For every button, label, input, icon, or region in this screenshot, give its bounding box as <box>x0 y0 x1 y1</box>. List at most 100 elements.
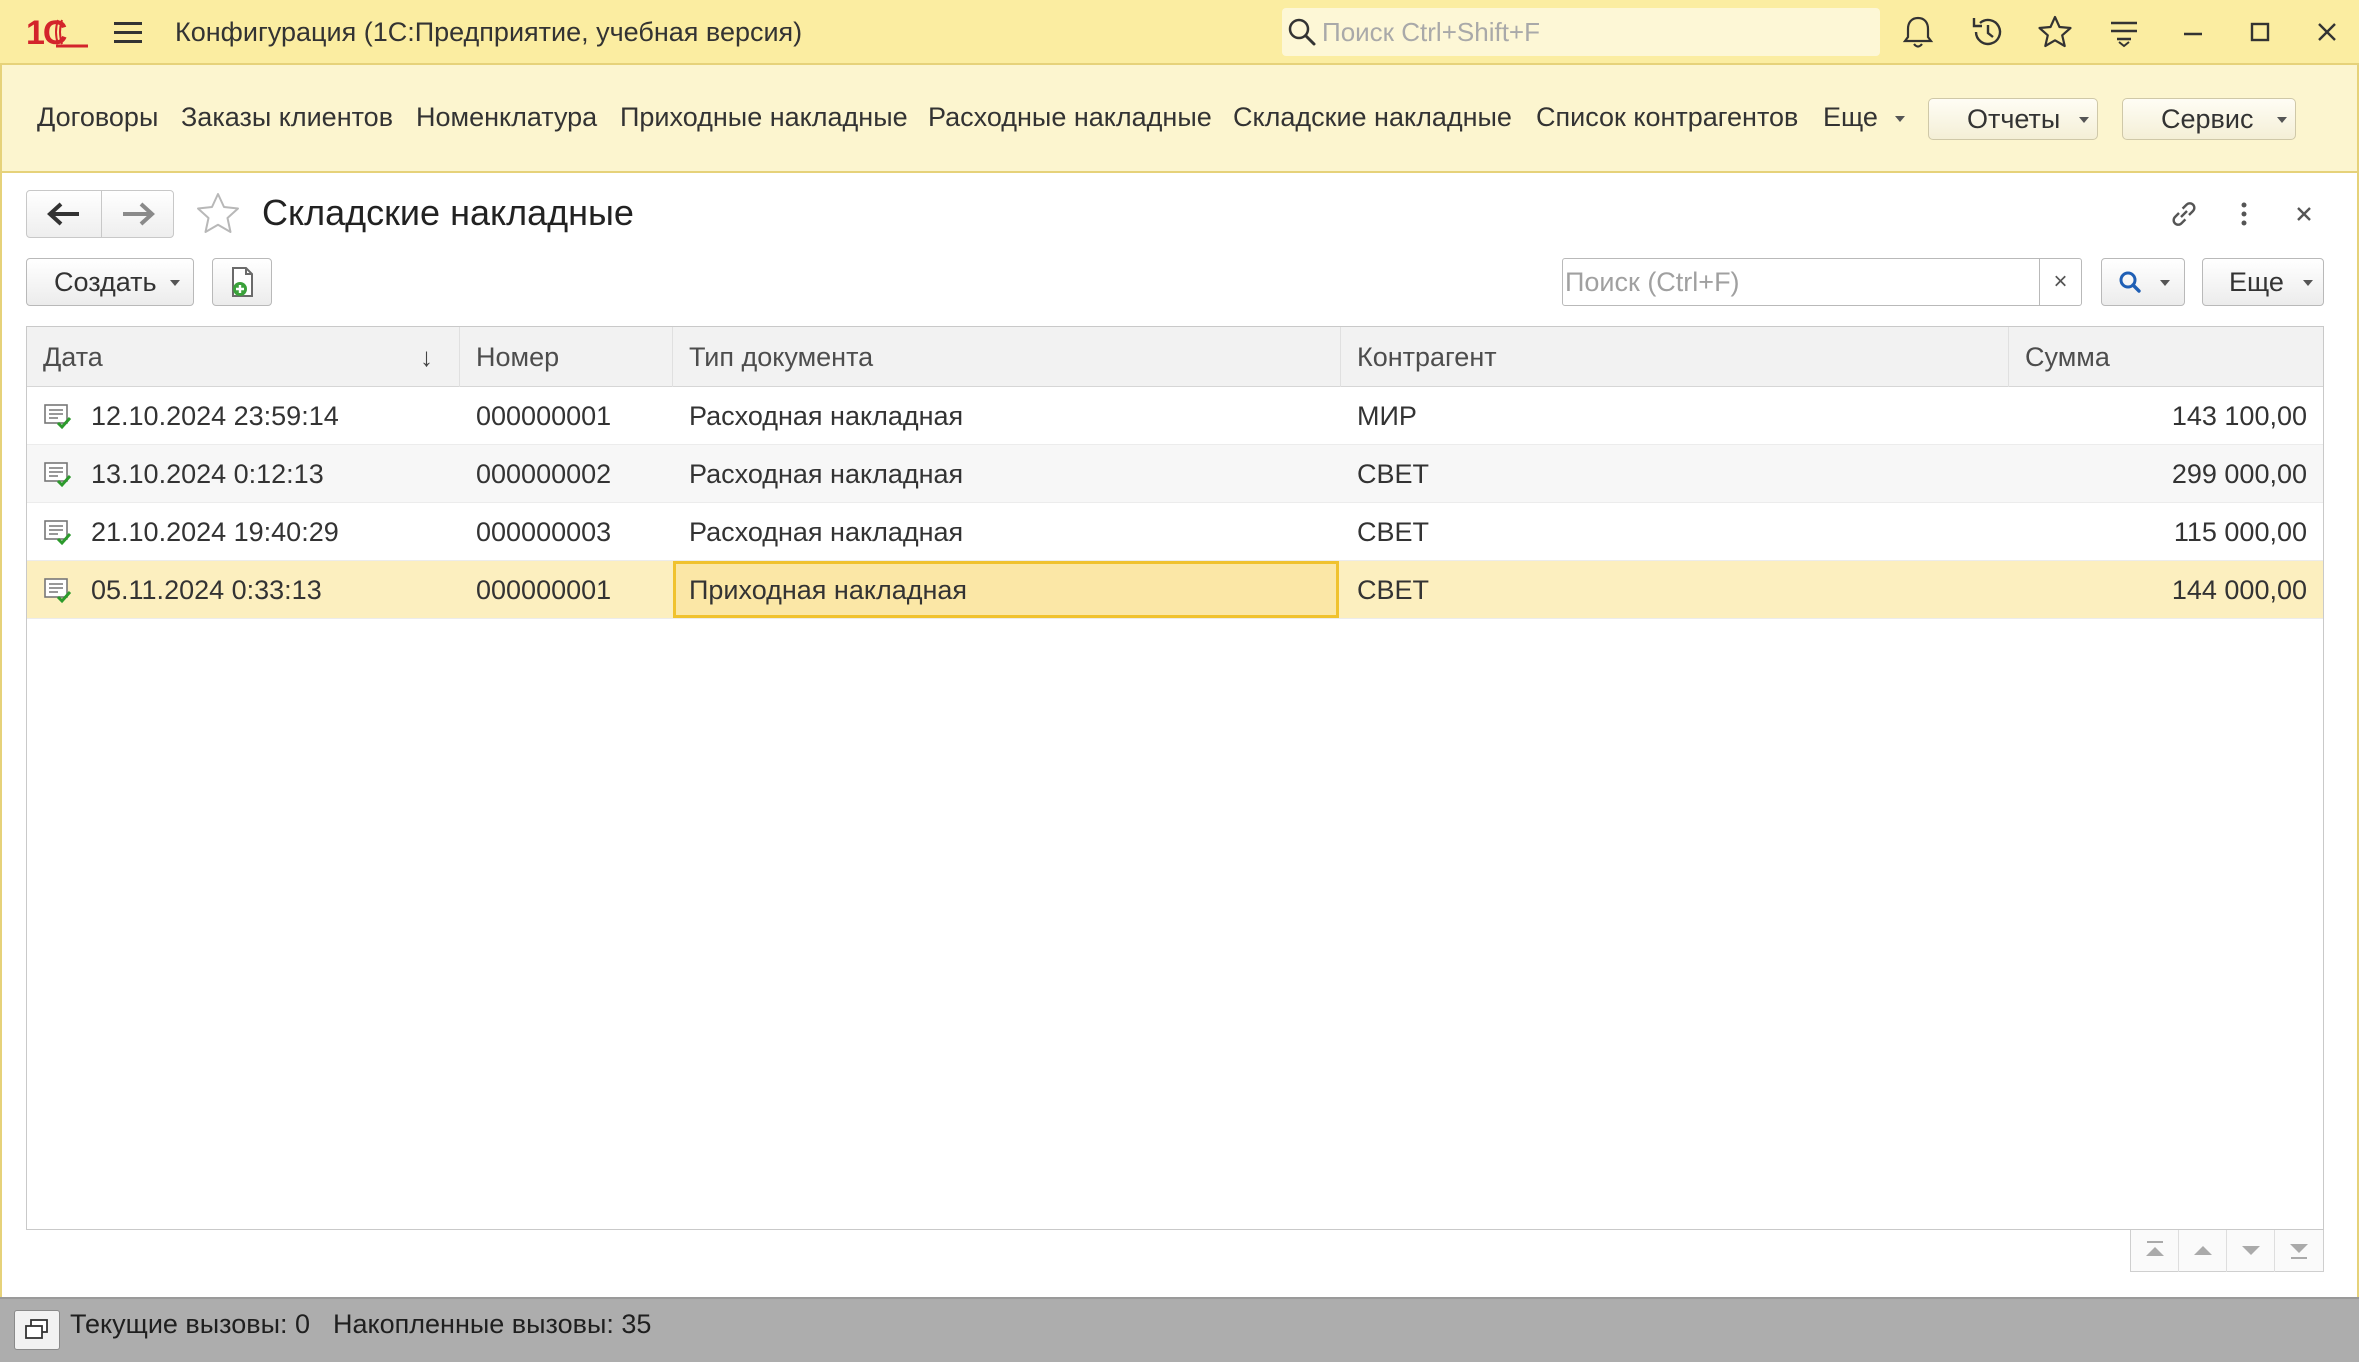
back-button[interactable] <box>27 191 101 237</box>
clear-search-button[interactable]: × <box>2039 259 2081 305</box>
scroll-to-bottom-button[interactable] <box>2275 1230 2323 1272</box>
cell-date: 05.11.2024 0:33:13 <box>91 575 322 605</box>
sections-more-button[interactable]: Еще <box>1823 102 1906 133</box>
section-link-nomenclature[interactable]: Номенклатура <box>416 102 597 133</box>
sections-more-label: Еще <box>1823 102 1878 132</box>
page-up-button[interactable] <box>2179 1230 2227 1272</box>
documents-table: Дата ↓ Номер Тип документа Контрагент Су… <box>26 326 2324 1230</box>
cell-sum: 143 100,00 <box>2171 401 2307 431</box>
more-vertical-icon[interactable] <box>2226 196 2262 232</box>
frame-left <box>0 65 2 1297</box>
cell-doc-type: Расходная накладная <box>689 517 964 547</box>
scroll-top-icon <box>2146 1241 2164 1256</box>
list-scroll-buttons <box>2130 1230 2324 1272</box>
panels-menu-icon[interactable] <box>2104 12 2144 52</box>
search-icon <box>2119 271 2141 293</box>
chevron-down-icon <box>170 280 180 286</box>
table-header: Дата ↓ Номер Тип документа Контрагент Су… <box>27 327 2323 387</box>
app-title: Конфигурация (1С:Предприятие, учебная ве… <box>175 17 803 47</box>
page-down-button[interactable] <box>2227 1230 2275 1272</box>
cell-counterparty: СВЕТ <box>1357 459 1430 489</box>
posted-document-icon <box>44 462 72 488</box>
posted-document-icon <box>44 520 72 546</box>
create-label: Создать <box>54 267 157 297</box>
cell-date: 21.10.2024 19:40:29 <box>91 517 339 547</box>
column-header-date[interactable]: Дата ↓ <box>27 327 460 387</box>
arrow-right-icon <box>123 202 155 226</box>
page-down-icon <box>2242 1246 2260 1255</box>
link-icon[interactable] <box>2166 196 2202 232</box>
column-header-sum[interactable]: Сумма <box>2009 327 2323 387</box>
list-more-label: Еще <box>2229 267 2284 297</box>
posted-document-icon <box>44 578 72 604</box>
arrow-left-icon <box>47 202 79 226</box>
cell-sum: 115 000,00 <box>2173 517 2307 547</box>
server-calls-button[interactable] <box>14 1310 60 1350</box>
list-search-input[interactable] <box>1565 259 2039 305</box>
section-link-outgoing-invoices[interactable]: Расходные накладные <box>928 102 1212 133</box>
chevron-down-icon <box>1895 115 1906 122</box>
column-header-counterparty[interactable]: Контрагент <box>1341 327 2009 387</box>
table-row-selected[interactable]: 05.11.2024 0:33:13 000000001 Приходная н… <box>27 561 2323 619</box>
reports-label: Отчеты <box>1967 104 2061 134</box>
table-row[interactable]: 21.10.2024 19:40:29 000000003 Расходная … <box>27 503 2323 561</box>
window-minimize-icon[interactable] <box>2173 12 2213 52</box>
cell-number: 000000001 <box>476 575 612 605</box>
add-to-favorites-star-icon[interactable] <box>192 190 244 240</box>
favorites-star-icon[interactable] <box>2035 12 2075 52</box>
section-link-client-orders[interactable]: Заказы клиентов <box>181 102 393 133</box>
cell-doc-type: Расходная накладная <box>689 459 964 489</box>
cell-counterparty: СВЕТ <box>1357 575 1430 605</box>
cell-counterparty: СВЕТ <box>1357 517 1430 547</box>
form-title: Складские накладные <box>262 192 634 233</box>
chevron-down-icon <box>2277 117 2287 123</box>
cell-sum: 299 000,00 <box>2171 459 2307 489</box>
windows-icon <box>25 1319 48 1339</box>
global-search[interactable] <box>1282 8 1880 56</box>
cell-counterparty: МИР <box>1357 401 1417 431</box>
current-calls-text: Текущие вызовы: 0 <box>70 1309 311 1339</box>
cell-sum: 144 000,00 <box>2171 575 2307 605</box>
window-close-icon[interactable] <box>2307 12 2347 52</box>
history-icon[interactable] <box>1968 12 2008 52</box>
form-close-icon[interactable] <box>2286 196 2322 232</box>
main-menu-icon[interactable] <box>112 18 144 46</box>
column-header-date-label: Дата <box>43 342 103 372</box>
create-button[interactable]: Создать <box>26 258 194 306</box>
column-header-doc-type[interactable]: Тип документа <box>673 327 1341 387</box>
bell-icon[interactable] <box>1898 12 1938 52</box>
cell-number: 000000003 <box>476 517 612 547</box>
column-header-number[interactable]: Номер <box>460 327 673 387</box>
list-search[interactable]: × <box>1562 258 2082 306</box>
scroll-bottom-icon <box>2290 1244 2308 1259</box>
section-link-counterparties[interactable]: Список контрагентов <box>1536 102 1798 133</box>
table-row[interactable]: 13.10.2024 0:12:13 000000002 Расходная н… <box>27 445 2323 503</box>
scroll-to-top-button[interactable] <box>2131 1230 2179 1272</box>
create-copy-icon <box>232 267 253 297</box>
navigation-buttons <box>26 190 174 238</box>
sort-descending-icon: ↓ <box>420 342 433 372</box>
cell-number: 000000001 <box>476 401 612 431</box>
cell-date: 13.10.2024 0:12:13 <box>91 459 324 489</box>
list-more-button[interactable]: Еще <box>2202 258 2324 306</box>
section-link-incoming-invoices[interactable]: Приходные накладные <box>620 102 908 133</box>
page-up-icon <box>2194 1246 2212 1255</box>
copy-document-button[interactable] <box>212 258 272 306</box>
section-link-warehouse-invoices[interactable]: Складские накладные <box>1233 102 1512 133</box>
global-search-input[interactable] <box>1322 8 1872 56</box>
posted-document-icon <box>44 404 72 430</box>
table-row[interactable]: 12.10.2024 23:59:14 000000001 Расходная … <box>27 387 2323 445</box>
app-logo[interactable]: 1С <box>26 12 90 52</box>
service-button[interactable]: Сервис <box>2122 98 2296 140</box>
chevron-down-icon <box>2303 280 2313 286</box>
search-options-button[interactable] <box>2101 258 2185 306</box>
reports-button[interactable]: Отчеты <box>1928 98 2098 140</box>
forward-button[interactable] <box>101 191 175 237</box>
section-link-contracts[interactable]: Договоры <box>37 102 158 133</box>
search-icon <box>1288 18 1316 46</box>
chevron-down-icon <box>2079 117 2089 123</box>
accumulated-calls-text: Накопленные вызовы: 35 <box>333 1309 652 1339</box>
window-maximize-icon[interactable] <box>2240 12 2280 52</box>
cell-number: 000000002 <box>476 459 612 489</box>
cell-doc-type: Приходная накладная <box>689 575 968 605</box>
